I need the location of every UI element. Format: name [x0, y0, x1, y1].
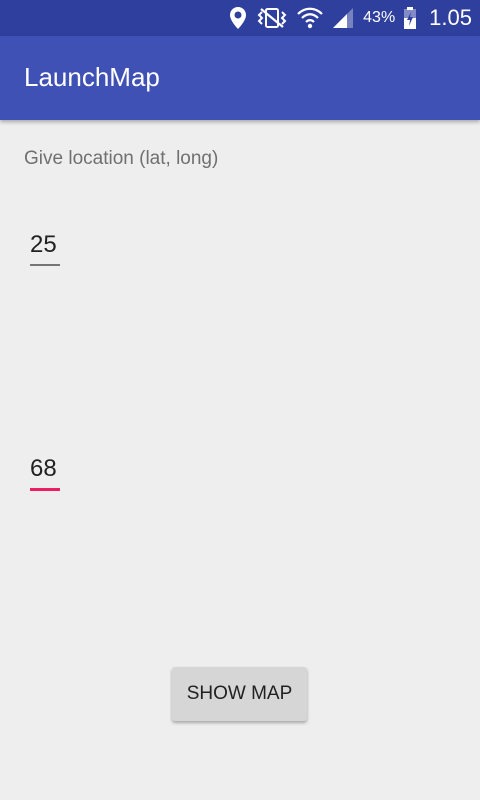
location-icon: [229, 6, 247, 30]
longitude-field[interactable]: 68: [30, 454, 60, 491]
wifi-icon: [297, 6, 323, 30]
longitude-underline: [30, 488, 60, 491]
app-bar: LaunchMap: [0, 36, 480, 120]
clock: 1.05: [429, 5, 472, 30]
app-title: LaunchMap: [24, 62, 160, 92]
longitude-value[interactable]: 68: [30, 454, 60, 484]
battery-charging-icon: [403, 6, 417, 30]
show-map-button[interactable]: SHOW MAP: [172, 667, 307, 721]
latitude-field[interactable]: 25: [30, 230, 60, 266]
signal-icon: [331, 6, 355, 30]
vibrate-icon: [255, 7, 289, 29]
battery-percent: 43%: [363, 9, 396, 26]
status-bar: 43% 1.05: [0, 0, 480, 36]
latitude-value[interactable]: 25: [30, 230, 60, 260]
status-icons: 43% 1.05: [229, 0, 472, 36]
location-prompt: Give location (lat, long): [24, 148, 219, 169]
latitude-underline: [30, 264, 60, 266]
